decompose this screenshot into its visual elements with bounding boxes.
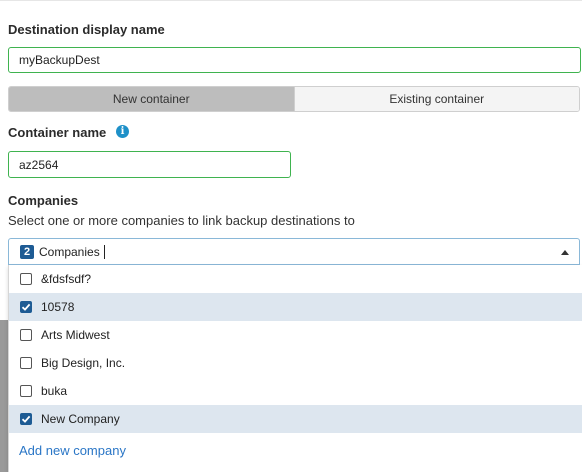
container-name-label: Container name	[8, 125, 107, 140]
top-divider	[0, 0, 582, 1]
company-option[interactable]: 10578	[9, 293, 582, 321]
check-icon	[21, 415, 31, 423]
company-option-label: New Company	[41, 412, 120, 426]
destination-name-value: myBackupDest	[19, 53, 100, 67]
checkbox[interactable]	[20, 357, 32, 369]
text-cursor	[103, 244, 105, 259]
container-name-value: az2564	[19, 157, 59, 172]
checkbox[interactable]	[20, 385, 32, 397]
multiselect-summary: Companies	[39, 244, 100, 259]
selected-count-badge: 2	[20, 244, 34, 259]
info-icon[interactable]: i	[116, 125, 129, 138]
companies-label: Companies	[8, 193, 79, 208]
companies-multiselect[interactable]: 2 Companies	[8, 238, 580, 265]
company-option-label: buka	[41, 384, 68, 398]
chevron-up-icon[interactable]	[561, 250, 569, 255]
container-type-toggle: New container Existing container	[8, 86, 580, 112]
companies-dropdown: &fdsfsdf? 10578 Arts Midwest Big Design,…	[8, 265, 582, 472]
checkbox-checked[interactable]	[20, 301, 32, 313]
companies-helper-text: Select one or more companies to link bac…	[8, 213, 355, 228]
company-option-label: &fdsfsdf?	[41, 272, 92, 286]
container-name-input[interactable]: az2564	[8, 151, 291, 178]
company-option[interactable]: New Company	[9, 405, 582, 433]
company-option-label: 10578	[41, 300, 75, 314]
tab-new-container[interactable]: New container	[9, 87, 294, 111]
company-option[interactable]: Big Design, Inc.	[9, 349, 582, 377]
tab-existing-container[interactable]: Existing container	[293, 87, 579, 111]
checkbox-checked[interactable]	[20, 413, 32, 425]
check-icon	[21, 303, 31, 311]
company-option[interactable]: &fdsfsdf?	[9, 265, 582, 293]
company-option[interactable]: buka	[9, 377, 582, 405]
destination-name-label: Destination display name	[8, 22, 165, 37]
add-new-company-link[interactable]: Add new company	[19, 443, 126, 458]
checkbox[interactable]	[20, 273, 32, 285]
destination-name-input[interactable]: myBackupDest	[8, 47, 581, 73]
company-option-label: Big Design, Inc.	[41, 356, 126, 370]
company-option[interactable]: Arts Midwest	[9, 321, 582, 349]
company-option-label: Arts Midwest	[41, 328, 110, 342]
checkbox[interactable]	[20, 329, 32, 341]
